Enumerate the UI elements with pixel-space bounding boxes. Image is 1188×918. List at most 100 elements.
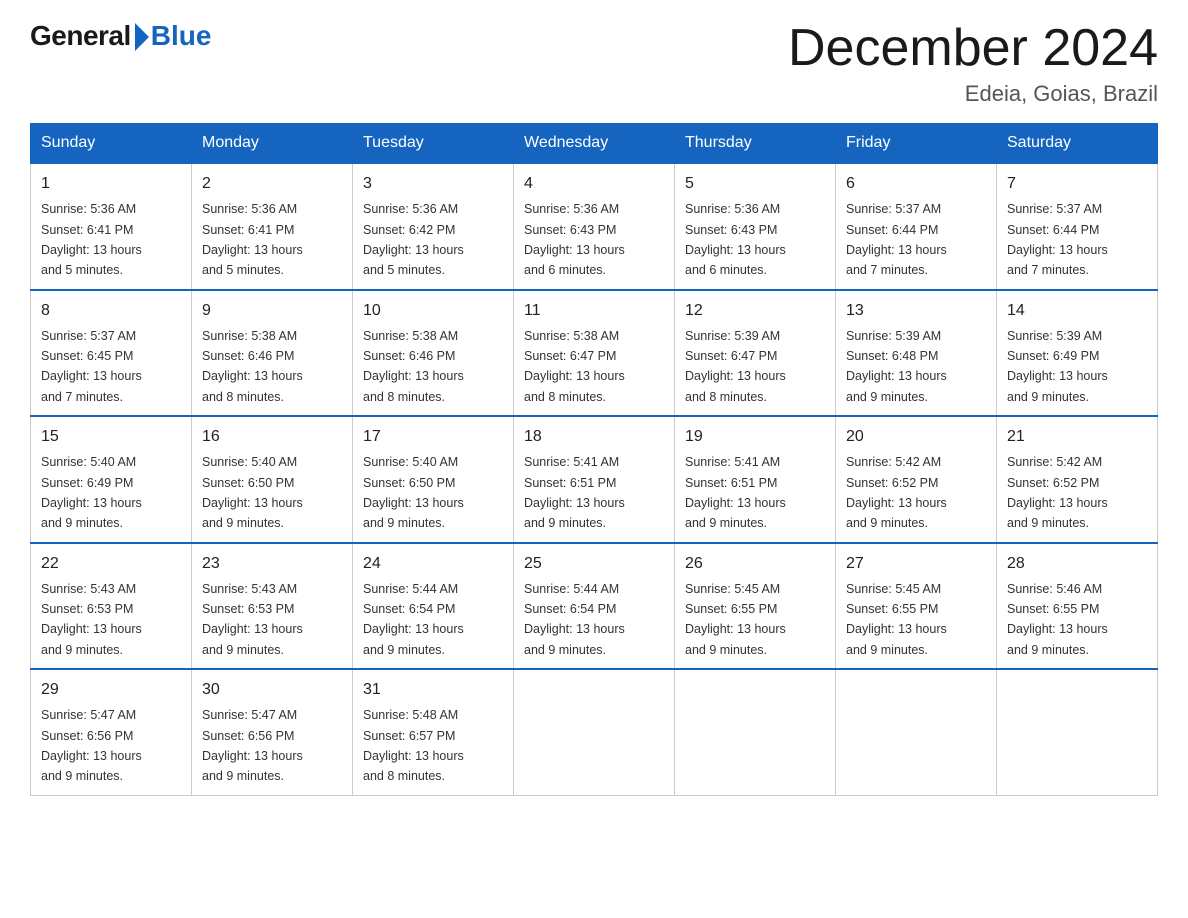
- day-number: 10: [363, 299, 503, 323]
- day-number: 19: [685, 425, 825, 449]
- calendar-cell: [514, 669, 675, 795]
- day-info: Sunrise: 5:39 AMSunset: 6:47 PMDaylight:…: [685, 329, 786, 404]
- day-number: 6: [846, 172, 986, 196]
- day-number: 21: [1007, 425, 1147, 449]
- header-wednesday: Wednesday: [514, 124, 675, 164]
- logo-blue-text: Blue: [151, 20, 212, 52]
- day-info: Sunrise: 5:45 AMSunset: 6:55 PMDaylight:…: [685, 582, 786, 657]
- calendar-cell: 17 Sunrise: 5:40 AMSunset: 6:50 PMDaylig…: [353, 416, 514, 543]
- day-info: Sunrise: 5:43 AMSunset: 6:53 PMDaylight:…: [202, 582, 303, 657]
- day-number: 11: [524, 299, 664, 323]
- day-number: 9: [202, 299, 342, 323]
- day-number: 29: [41, 678, 181, 702]
- day-number: 4: [524, 172, 664, 196]
- day-number: 7: [1007, 172, 1147, 196]
- calendar-cell: 31 Sunrise: 5:48 AMSunset: 6:57 PMDaylig…: [353, 669, 514, 795]
- day-number: 15: [41, 425, 181, 449]
- day-number: 5: [685, 172, 825, 196]
- day-number: 18: [524, 425, 664, 449]
- calendar-cell: 14 Sunrise: 5:39 AMSunset: 6:49 PMDaylig…: [997, 290, 1158, 417]
- calendar-cell: 16 Sunrise: 5:40 AMSunset: 6:50 PMDaylig…: [192, 416, 353, 543]
- week-row-5: 29 Sunrise: 5:47 AMSunset: 6:56 PMDaylig…: [31, 669, 1158, 795]
- day-info: Sunrise: 5:36 AMSunset: 6:42 PMDaylight:…: [363, 202, 464, 277]
- day-info: Sunrise: 5:44 AMSunset: 6:54 PMDaylight:…: [363, 582, 464, 657]
- day-info: Sunrise: 5:40 AMSunset: 6:50 PMDaylight:…: [202, 455, 303, 530]
- logo: General Blue: [30, 20, 211, 52]
- day-info: Sunrise: 5:40 AMSunset: 6:49 PMDaylight:…: [41, 455, 142, 530]
- title-area: December 2024 Edeia, Goias, Brazil: [788, 20, 1158, 107]
- header-friday: Friday: [836, 124, 997, 164]
- calendar-cell: 30 Sunrise: 5:47 AMSunset: 6:56 PMDaylig…: [192, 669, 353, 795]
- calendar-cell: 22 Sunrise: 5:43 AMSunset: 6:53 PMDaylig…: [31, 543, 192, 670]
- day-number: 27: [846, 552, 986, 576]
- day-info: Sunrise: 5:36 AMSunset: 6:43 PMDaylight:…: [524, 202, 625, 277]
- day-info: Sunrise: 5:40 AMSunset: 6:50 PMDaylight:…: [363, 455, 464, 530]
- day-info: Sunrise: 5:38 AMSunset: 6:47 PMDaylight:…: [524, 329, 625, 404]
- calendar-cell: 18 Sunrise: 5:41 AMSunset: 6:51 PMDaylig…: [514, 416, 675, 543]
- day-info: Sunrise: 5:46 AMSunset: 6:55 PMDaylight:…: [1007, 582, 1108, 657]
- day-number: 14: [1007, 299, 1147, 323]
- calendar-cell: 5 Sunrise: 5:36 AMSunset: 6:43 PMDayligh…: [675, 163, 836, 290]
- location-subtitle: Edeia, Goias, Brazil: [788, 81, 1158, 107]
- calendar-cell: 23 Sunrise: 5:43 AMSunset: 6:53 PMDaylig…: [192, 543, 353, 670]
- calendar-cell: 3 Sunrise: 5:36 AMSunset: 6:42 PMDayligh…: [353, 163, 514, 290]
- calendar-cell: 12 Sunrise: 5:39 AMSunset: 6:47 PMDaylig…: [675, 290, 836, 417]
- calendar-cell: 2 Sunrise: 5:36 AMSunset: 6:41 PMDayligh…: [192, 163, 353, 290]
- day-info: Sunrise: 5:45 AMSunset: 6:55 PMDaylight:…: [846, 582, 947, 657]
- day-number: 13: [846, 299, 986, 323]
- day-info: Sunrise: 5:37 AMSunset: 6:44 PMDaylight:…: [1007, 202, 1108, 277]
- day-number: 3: [363, 172, 503, 196]
- calendar-cell: 1 Sunrise: 5:36 AMSunset: 6:41 PMDayligh…: [31, 163, 192, 290]
- day-number: 30: [202, 678, 342, 702]
- day-number: 2: [202, 172, 342, 196]
- day-number: 25: [524, 552, 664, 576]
- day-info: Sunrise: 5:42 AMSunset: 6:52 PMDaylight:…: [846, 455, 947, 530]
- calendar-cell: 24 Sunrise: 5:44 AMSunset: 6:54 PMDaylig…: [353, 543, 514, 670]
- day-info: Sunrise: 5:41 AMSunset: 6:51 PMDaylight:…: [685, 455, 786, 530]
- day-number: 23: [202, 552, 342, 576]
- calendar-table: SundayMondayTuesdayWednesdayThursdayFrid…: [30, 123, 1158, 796]
- calendar-cell: 19 Sunrise: 5:41 AMSunset: 6:51 PMDaylig…: [675, 416, 836, 543]
- day-number: 28: [1007, 552, 1147, 576]
- calendar-cell: 15 Sunrise: 5:40 AMSunset: 6:49 PMDaylig…: [31, 416, 192, 543]
- day-info: Sunrise: 5:37 AMSunset: 6:45 PMDaylight:…: [41, 329, 142, 404]
- calendar-cell: 7 Sunrise: 5:37 AMSunset: 6:44 PMDayligh…: [997, 163, 1158, 290]
- day-number: 24: [363, 552, 503, 576]
- calendar-cell: 6 Sunrise: 5:37 AMSunset: 6:44 PMDayligh…: [836, 163, 997, 290]
- calendar-cell: 28 Sunrise: 5:46 AMSunset: 6:55 PMDaylig…: [997, 543, 1158, 670]
- calendar-cell: 8 Sunrise: 5:37 AMSunset: 6:45 PMDayligh…: [31, 290, 192, 417]
- header-thursday: Thursday: [675, 124, 836, 164]
- day-info: Sunrise: 5:36 AMSunset: 6:41 PMDaylight:…: [202, 202, 303, 277]
- day-info: Sunrise: 5:36 AMSunset: 6:43 PMDaylight:…: [685, 202, 786, 277]
- day-info: Sunrise: 5:48 AMSunset: 6:57 PMDaylight:…: [363, 708, 464, 783]
- logo-arrow-icon: [135, 23, 149, 51]
- calendar-cell: 27 Sunrise: 5:45 AMSunset: 6:55 PMDaylig…: [836, 543, 997, 670]
- calendar-cell: 25 Sunrise: 5:44 AMSunset: 6:54 PMDaylig…: [514, 543, 675, 670]
- day-number: 31: [363, 678, 503, 702]
- week-row-3: 15 Sunrise: 5:40 AMSunset: 6:49 PMDaylig…: [31, 416, 1158, 543]
- day-info: Sunrise: 5:37 AMSunset: 6:44 PMDaylight:…: [846, 202, 947, 277]
- header-monday: Monday: [192, 124, 353, 164]
- day-info: Sunrise: 5:38 AMSunset: 6:46 PMDaylight:…: [202, 329, 303, 404]
- header-tuesday: Tuesday: [353, 124, 514, 164]
- week-row-1: 1 Sunrise: 5:36 AMSunset: 6:41 PMDayligh…: [31, 163, 1158, 290]
- day-info: Sunrise: 5:39 AMSunset: 6:49 PMDaylight:…: [1007, 329, 1108, 404]
- month-title: December 2024: [788, 20, 1158, 77]
- calendar-cell: 4 Sunrise: 5:36 AMSunset: 6:43 PMDayligh…: [514, 163, 675, 290]
- logo-general-text: General: [30, 20, 131, 52]
- day-number: 8: [41, 299, 181, 323]
- week-row-4: 22 Sunrise: 5:43 AMSunset: 6:53 PMDaylig…: [31, 543, 1158, 670]
- calendar-header-row: SundayMondayTuesdayWednesdayThursdayFrid…: [31, 124, 1158, 164]
- day-number: 12: [685, 299, 825, 323]
- day-number: 26: [685, 552, 825, 576]
- day-info: Sunrise: 5:47 AMSunset: 6:56 PMDaylight:…: [202, 708, 303, 783]
- day-number: 22: [41, 552, 181, 576]
- day-info: Sunrise: 5:36 AMSunset: 6:41 PMDaylight:…: [41, 202, 142, 277]
- calendar-cell: [675, 669, 836, 795]
- calendar-cell: 29 Sunrise: 5:47 AMSunset: 6:56 PMDaylig…: [31, 669, 192, 795]
- calendar-cell: 9 Sunrise: 5:38 AMSunset: 6:46 PMDayligh…: [192, 290, 353, 417]
- day-number: 16: [202, 425, 342, 449]
- day-info: Sunrise: 5:39 AMSunset: 6:48 PMDaylight:…: [846, 329, 947, 404]
- day-info: Sunrise: 5:42 AMSunset: 6:52 PMDaylight:…: [1007, 455, 1108, 530]
- calendar-cell: 10 Sunrise: 5:38 AMSunset: 6:46 PMDaylig…: [353, 290, 514, 417]
